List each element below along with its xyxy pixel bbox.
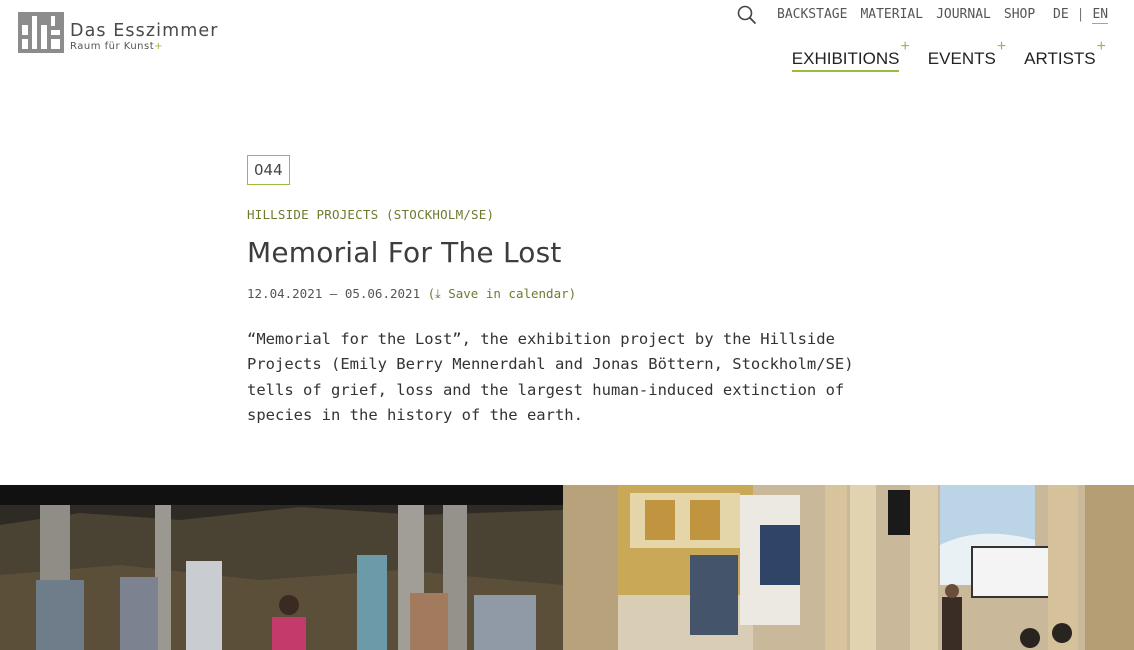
nav-events[interactable]: EVENTS+ [927,38,1006,69]
lang-separator: | [1076,7,1085,22]
plus-icon: + [1096,38,1106,55]
search-icon[interactable] [737,5,757,25]
nav-backstage[interactable]: BACKSTAGE [777,7,847,22]
exhibition-lead: “Memorial for the Lost”, the exhibition … [247,330,854,424]
exhibition-number: 044 [247,155,290,185]
main-nav: EXHIBITIONS+ EVENTS+ ARTISTS+ [774,38,1106,72]
date-range: 12.04.2021 – 05.06.2021 [247,286,421,301]
nav-events-label: EVENTS [927,48,996,68]
top-nav: BACKSTAGE MATERIAL JOURNAL SHOP [777,7,1048,22]
plus-icon: + [900,38,910,55]
exhibition-dates: 12.04.2021 – 05.06.2021 (⤓ Save in calen… [247,286,887,302]
gallery-image-church[interactable] [563,485,1134,650]
nav-exhibitions-label: EXHIBITIONS [791,48,900,72]
brand-title: Das Esszimmer [70,21,219,41]
plus-icon: + [996,38,1007,55]
nav-exhibitions[interactable]: EXHIBITIONS+ [791,38,910,72]
brand-logo[interactable]: Das Esszimmer Raum für Kunst+ [18,12,219,53]
gallery-image-forest[interactable] [0,485,563,650]
language-switcher: DE | EN [1053,7,1109,24]
nav-material[interactable]: MATERIAL [860,7,923,22]
page-title: Memorial For The Lost [247,236,562,269]
nav-shop[interactable]: SHOP [1004,7,1035,22]
nav-journal[interactable]: JOURNAL [936,7,991,22]
lang-de[interactable]: DE [1053,7,1069,24]
save-in-calendar-link[interactable]: (⤓ Save in calendar) [428,286,577,301]
nav-artists[interactable]: ARTISTS+ [1024,38,1106,69]
brand-subtitle: Raum für Kunst+ [70,41,164,52]
nav-artists-label: ARTISTS [1024,48,1096,68]
lang-en[interactable]: EN [1092,7,1109,24]
exhibition-artist[interactable]: HILLSIDE PROJECTS (STOCKHOLM/SE) [247,207,887,222]
exhibition-content: 044 HILLSIDE PROJECTS (STOCKHOLM/SE) Mem… [247,155,887,428]
image-gallery [0,485,1134,650]
logo-mark-icon [18,12,64,53]
